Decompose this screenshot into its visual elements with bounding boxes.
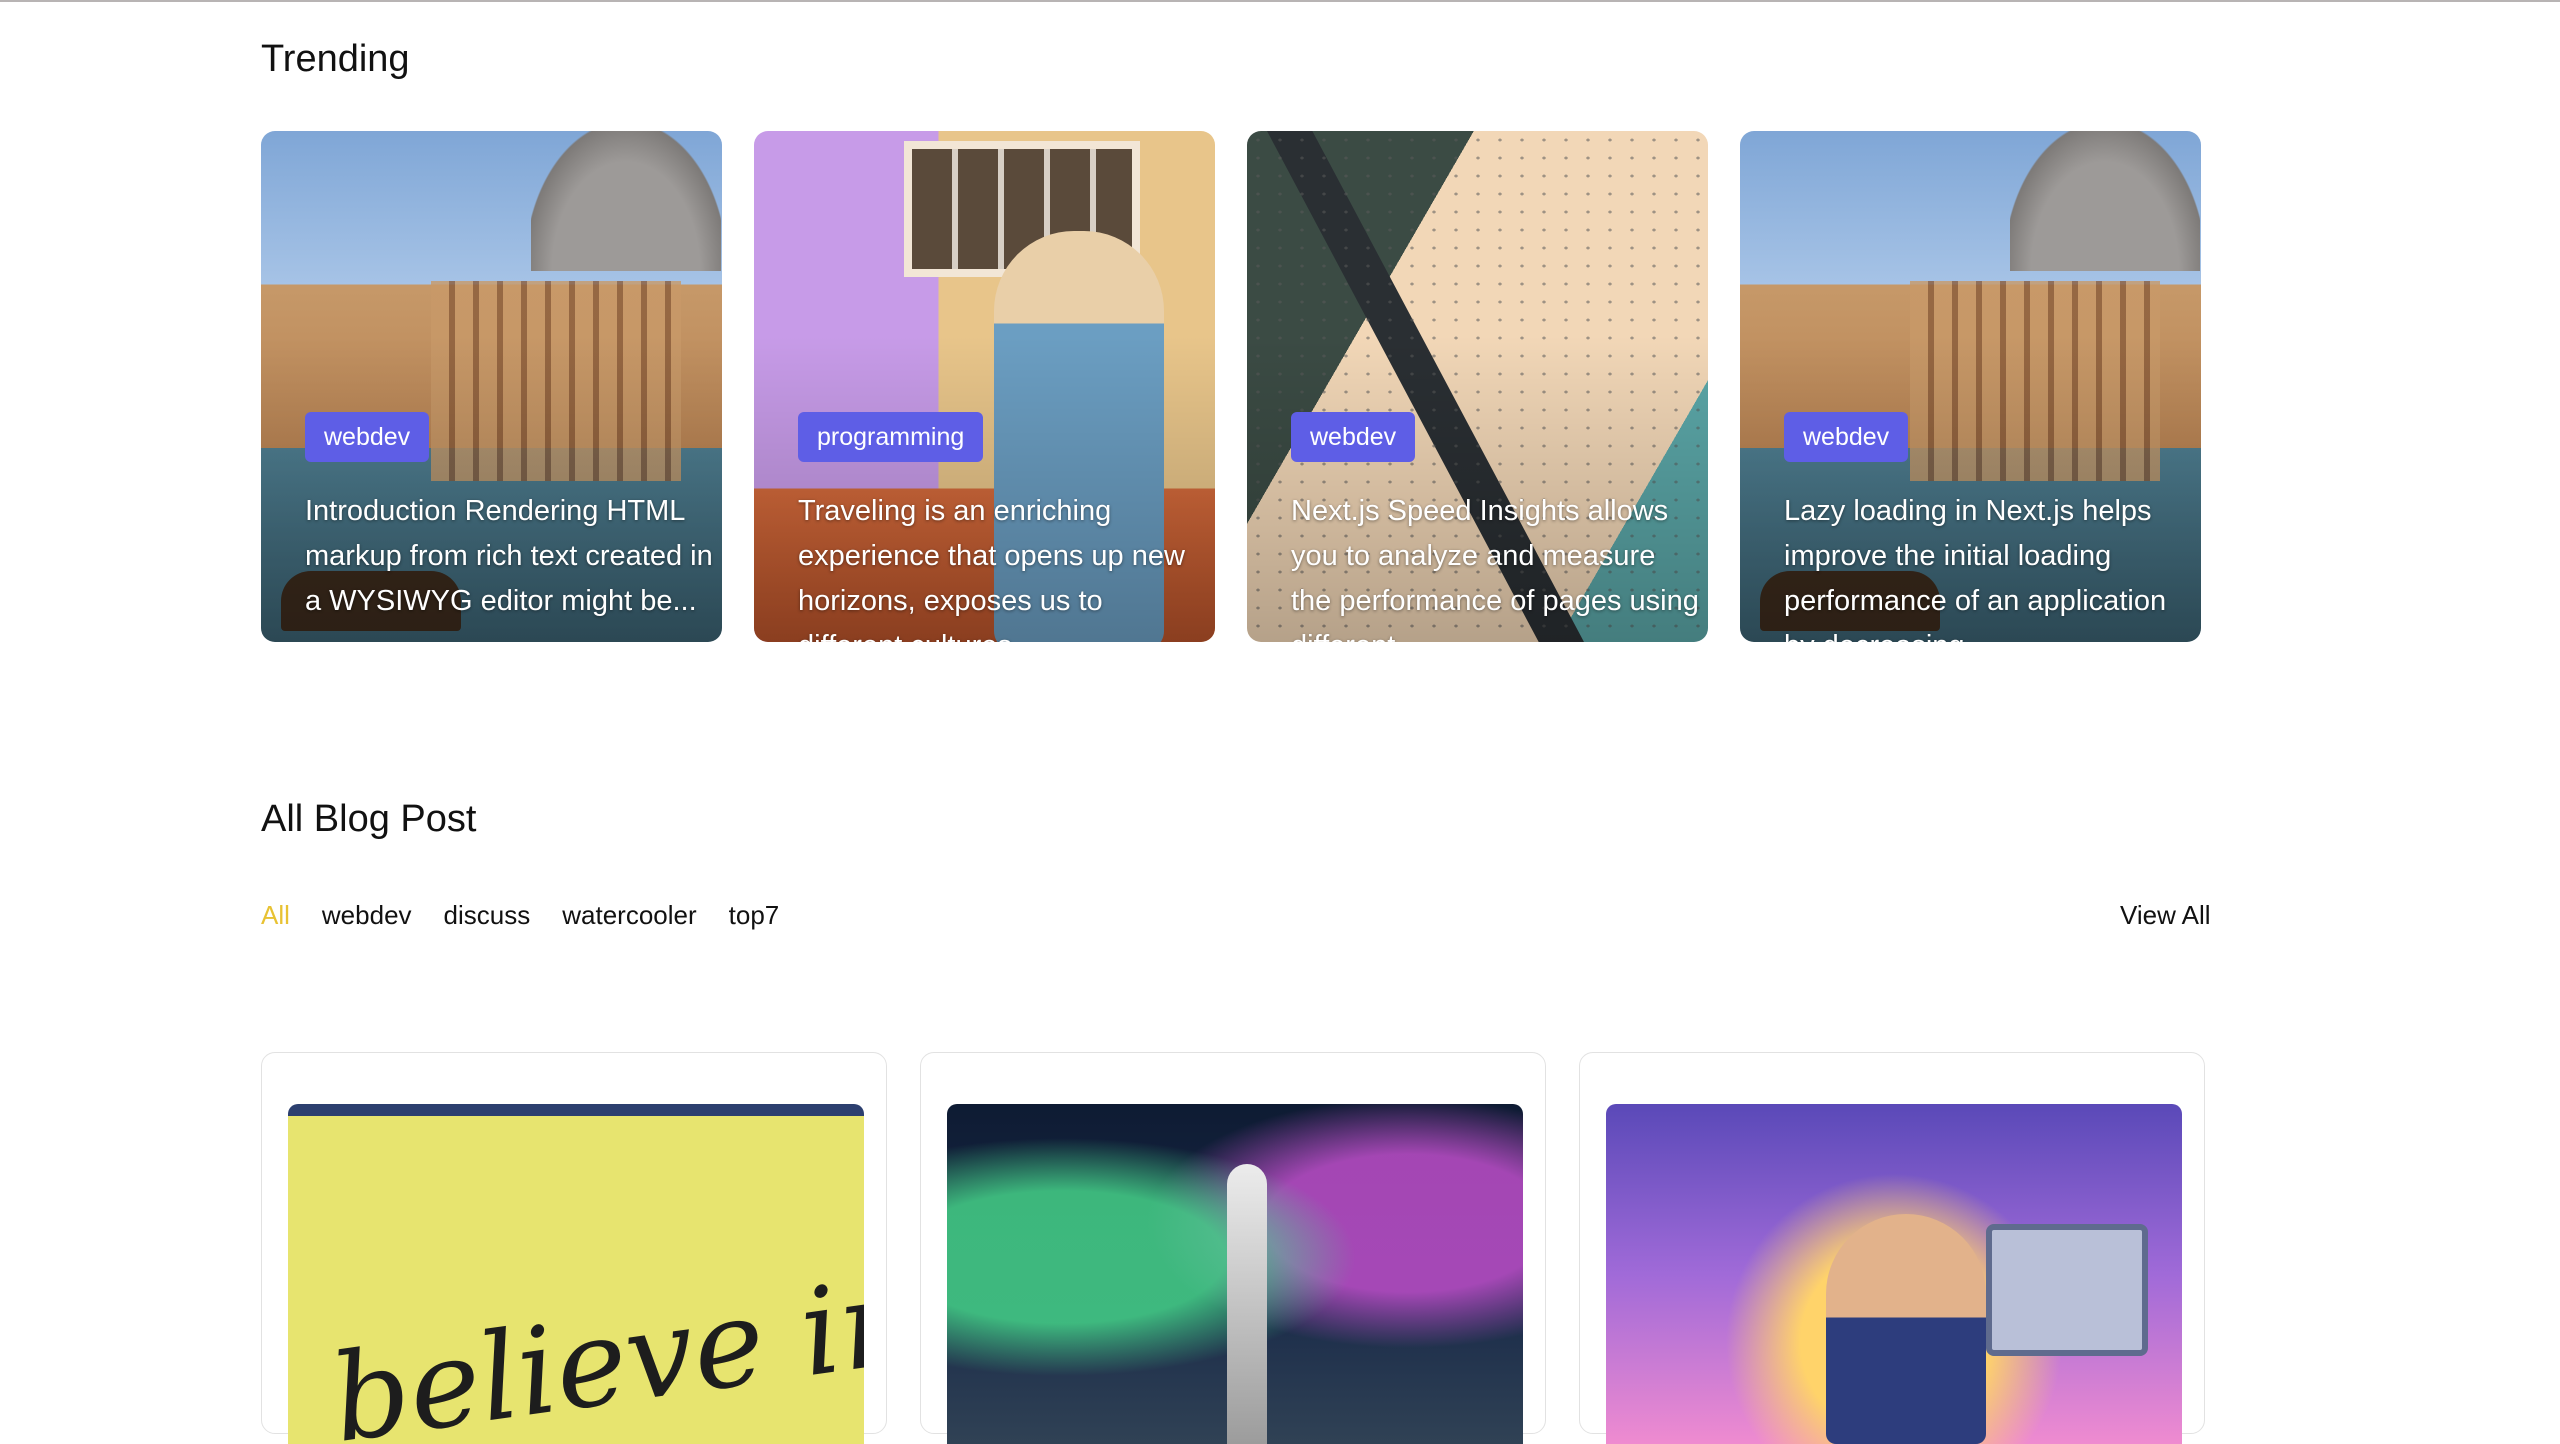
- blog-card[interactable]: [1579, 1052, 2205, 1444]
- trending-card[interactable]: programming Traveling is an enriching ex…: [754, 131, 1215, 642]
- trending-title: Trending: [261, 38, 410, 80]
- blog-card-image: [1606, 1104, 2182, 1444]
- developer-figure: [1826, 1214, 1986, 1444]
- filter-all[interactable]: All: [261, 900, 290, 931]
- trending-card[interactable]: webdev Introduction Rendering HTML marku…: [261, 131, 722, 642]
- trending-card[interactable]: webdev Lazy loading in Next.js helps imp…: [1740, 131, 2201, 642]
- blog-card-image: [947, 1104, 1523, 1444]
- blog-card[interactable]: [920, 1052, 1546, 1444]
- post-excerpt: Lazy loading in Next.js helps improve th…: [1784, 495, 2167, 642]
- post-excerpt: Next.js Speed Insights allows you to ana…: [1291, 495, 1699, 642]
- category-tag[interactable]: programming: [798, 412, 984, 462]
- view-all-link[interactable]: View All: [2120, 900, 2211, 931]
- wall-script-text: believe in yourself: [323, 1177, 864, 1444]
- top-divider: [0, 0, 2560, 2]
- filter-discuss[interactable]: discuss: [444, 900, 531, 931]
- category-tag[interactable]: webdev: [305, 412, 430, 462]
- post-excerpt: Traveling is an enriching experience tha…: [798, 495, 1185, 642]
- category-tag[interactable]: webdev: [1291, 412, 1416, 462]
- filter-watercooler[interactable]: watercooler: [562, 900, 696, 931]
- all-blog-post-title: All Blog Post: [261, 798, 477, 840]
- filter-top7[interactable]: top7: [729, 900, 780, 931]
- category-tag[interactable]: webdev: [1784, 412, 1909, 462]
- category-filter-bar: All webdev discuss watercooler top7: [261, 900, 779, 931]
- monitor-shape: [1986, 1224, 2148, 1356]
- post-excerpt: Introduction Rendering HTML markup from …: [305, 495, 713, 617]
- trending-card[interactable]: webdev Next.js Speed Insights allows you…: [1247, 131, 1708, 642]
- blog-card-image: believe in yourself: [288, 1104, 864, 1444]
- rocket-shape: [1227, 1164, 1267, 1444]
- blog-card[interactable]: believe in yourself: [261, 1052, 887, 1444]
- filter-webdev[interactable]: webdev: [322, 900, 412, 931]
